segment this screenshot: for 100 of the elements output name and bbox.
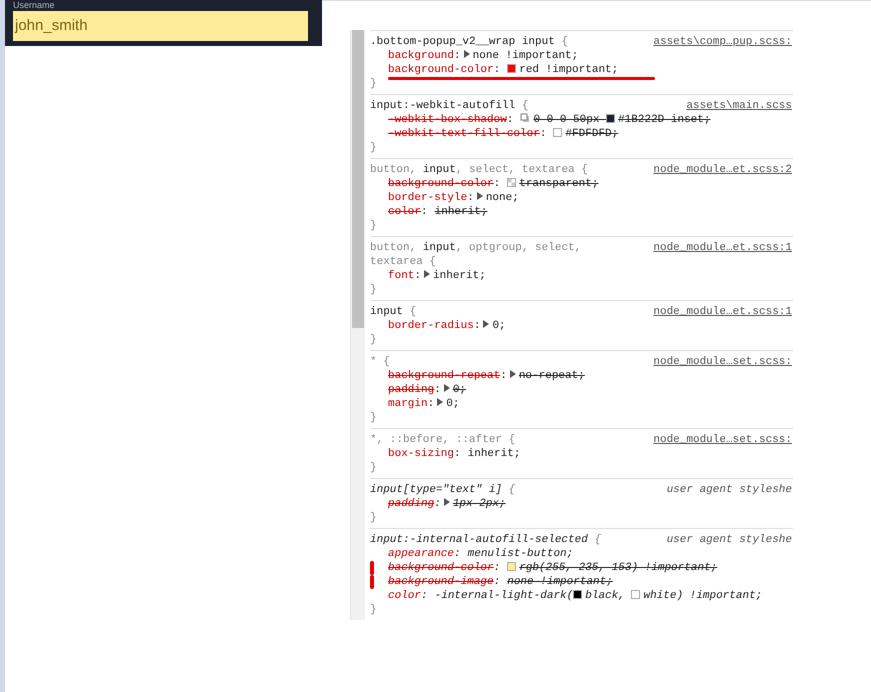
checkered-swatch-icon[interactable] bbox=[507, 178, 516, 187]
rule-selector: , optgroup, select, bbox=[456, 242, 582, 254]
property-colon: : bbox=[434, 497, 442, 511]
rule-brace: } bbox=[370, 461, 378, 475]
rule-selector: input bbox=[370, 306, 404, 318]
property-value: red !important; bbox=[519, 64, 618, 76]
color-swatch-icon[interactable] bbox=[553, 128, 562, 137]
rule-selector: { bbox=[560, 36, 568, 48]
property-value: 0; bbox=[446, 398, 460, 410]
css-property[interactable]: background-image bbox=[388, 576, 494, 588]
expand-triangle-icon[interactable] bbox=[423, 270, 432, 278]
source-link[interactable]: node_module…set.scss: bbox=[653, 355, 793, 369]
rule-brace: } bbox=[370, 511, 378, 525]
rule-selector: .bottom-popup_v2__wrap input bbox=[370, 36, 555, 48]
property-value: none !important; bbox=[472, 50, 578, 62]
property-value: transparent; bbox=[519, 178, 598, 190]
expand-triangle-icon[interactable] bbox=[476, 192, 484, 200]
color-swatch-icon[interactable] bbox=[507, 562, 516, 571]
property-value: #1B222D inset; bbox=[618, 114, 710, 126]
property-value: 0 0 0 50px bbox=[533, 114, 600, 126]
source-link[interactable]: assets\main.scss bbox=[686, 99, 793, 113]
property-value: no-repeat; bbox=[518, 370, 585, 382]
property-colon: : bbox=[454, 447, 462, 461]
property-colon: : bbox=[474, 319, 482, 333]
css-property[interactable]: background-repeat bbox=[388, 370, 500, 382]
property-colon: : bbox=[421, 205, 429, 219]
css-property[interactable]: border-radius bbox=[388, 320, 474, 332]
css-property[interactable]: border-style bbox=[388, 192, 468, 204]
color-swatch-icon[interactable] bbox=[631, 590, 640, 599]
css-property[interactable]: -webkit-box-shadow bbox=[388, 114, 507, 126]
property-colon: : bbox=[494, 561, 502, 575]
property-colon: : bbox=[454, 547, 462, 561]
expand-triangle-icon[interactable] bbox=[442, 498, 451, 506]
rule-selector: input:-webkit-autofill bbox=[370, 100, 516, 112]
css-property[interactable]: color bbox=[388, 206, 422, 218]
property-colon: : bbox=[494, 63, 502, 77]
property-value: inherit; bbox=[468, 448, 520, 460]
rule-brace: } bbox=[370, 411, 378, 425]
source-link[interactable]: node_module…et.scss:1 bbox=[653, 241, 793, 269]
expand-triangle-icon[interactable] bbox=[508, 370, 517, 378]
rule-selector: button, bbox=[370, 242, 418, 254]
source-link[interactable]: assets\comp…pup.scss: bbox=[653, 35, 793, 49]
scrollbar-thumb[interactable] bbox=[352, 30, 364, 328]
rule-brace: } bbox=[370, 77, 378, 91]
source-link[interactable]: node_module…et.scss:2 bbox=[653, 163, 793, 177]
rule-selector: input[type="text" i] bbox=[370, 484, 502, 496]
css-property[interactable]: margin bbox=[388, 398, 428, 410]
color-swatch-icon[interactable] bbox=[573, 590, 582, 599]
property-value: white) !important; bbox=[643, 590, 762, 602]
source-link[interactable]: node_module…et.scss:1 bbox=[653, 305, 793, 319]
css-property[interactable]: -webkit-text-fill-color bbox=[388, 128, 540, 140]
css-property[interactable]: padding bbox=[388, 384, 434, 396]
rule-selector: button, bbox=[370, 164, 418, 176]
username-field[interactable]: john_smith bbox=[13, 11, 308, 41]
rule-selector: * { bbox=[370, 356, 390, 368]
property-colon: : bbox=[414, 269, 422, 283]
property-value: inherit; bbox=[434, 206, 488, 218]
property-colon: : bbox=[506, 113, 514, 127]
css-property[interactable]: background-color bbox=[388, 64, 494, 76]
css-property[interactable]: background-color bbox=[388, 562, 494, 574]
color-swatch-icon[interactable] bbox=[606, 114, 616, 123]
source-link[interactable]: node_module…set.scss: bbox=[653, 433, 793, 447]
css-property[interactable]: color bbox=[388, 590, 422, 602]
rule-selector: input bbox=[422, 242, 456, 254]
property-colon: : bbox=[421, 589, 429, 603]
property-value: 0; bbox=[492, 320, 506, 332]
property-colon: : bbox=[500, 369, 508, 383]
shadow-editor-icon[interactable] bbox=[520, 113, 530, 123]
rule-selector: textarea { bbox=[370, 256, 436, 268]
property-value: inherit; bbox=[433, 270, 486, 282]
property-colon: : bbox=[494, 177, 502, 191]
property-colon: : bbox=[434, 383, 442, 397]
property-value: 0; bbox=[452, 384, 466, 396]
property-value: #FDFDFD; bbox=[565, 128, 618, 140]
property-colon: : bbox=[454, 49, 462, 63]
property-colon: : bbox=[467, 191, 475, 205]
rule-brace: } bbox=[370, 333, 378, 347]
property-colon: : bbox=[428, 397, 436, 411]
expand-triangle-icon[interactable] bbox=[462, 50, 471, 58]
color-swatch-icon[interactable] bbox=[507, 64, 516, 73]
property-colon: : bbox=[540, 127, 548, 141]
css-property[interactable]: box-sizing bbox=[388, 448, 454, 460]
property-value: 1px 2px; bbox=[452, 498, 506, 510]
rule-selector: *, ::before, ::after { bbox=[370, 434, 516, 446]
rule-selector: input:-internal-autofill-selected bbox=[370, 534, 588, 546]
css-property[interactable]: background bbox=[388, 50, 454, 62]
property-value: black, bbox=[585, 590, 626, 602]
rule-brace: } bbox=[370, 283, 378, 297]
rule-selector: { bbox=[408, 306, 416, 318]
css-property[interactable]: appearance bbox=[388, 548, 454, 560]
property-value: menulist-button; bbox=[468, 548, 574, 560]
property-value: rgb(255, 235, 153) !important; bbox=[519, 562, 718, 574]
property-value: none; bbox=[486, 192, 519, 204]
css-property[interactable]: background-color bbox=[388, 178, 494, 190]
rule-selector: { bbox=[508, 484, 516, 496]
property-colon: : bbox=[494, 575, 502, 589]
css-property[interactable]: font bbox=[388, 270, 414, 282]
expand-triangle-icon[interactable] bbox=[482, 320, 490, 328]
css-property[interactable]: padding bbox=[388, 498, 434, 510]
rule-selector: { bbox=[593, 534, 602, 546]
